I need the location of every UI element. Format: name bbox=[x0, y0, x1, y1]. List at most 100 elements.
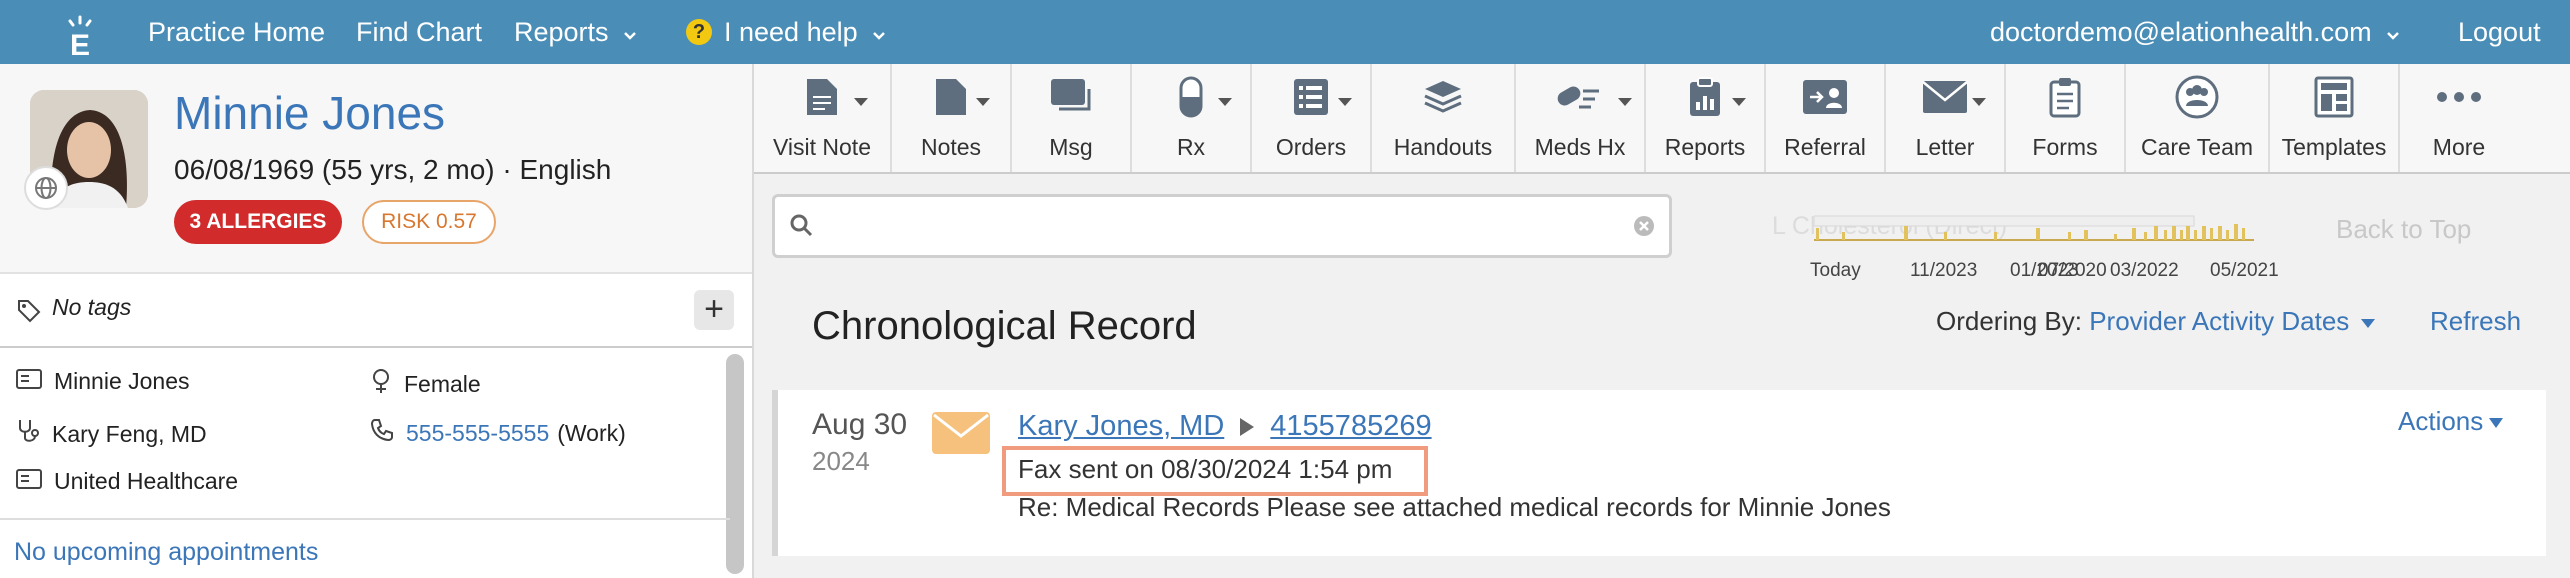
chart-search-input[interactable] bbox=[772, 194, 1672, 258]
patient-dob-language: 06/08/1969 (55 yrs, 2 mo) · English bbox=[174, 154, 612, 185]
stethoscope-icon bbox=[16, 418, 52, 450]
referral-icon bbox=[1802, 79, 1848, 120]
search-icon bbox=[789, 213, 813, 242]
fax-number-link[interactable]: 4155785269 bbox=[1270, 410, 1431, 443]
toolbar-more[interactable]: More bbox=[2400, 64, 2518, 172]
toolbar-templates[interactable]: Templates bbox=[2270, 64, 2400, 172]
envelope-icon bbox=[932, 412, 990, 454]
globe-icon[interactable] bbox=[24, 166, 68, 210]
toolbar-visit-note[interactable]: Visit Note bbox=[754, 64, 892, 172]
toolbar-handouts[interactable]: Handouts bbox=[1372, 64, 1516, 172]
upcoming-appointments-link[interactable]: No upcoming appointments bbox=[14, 538, 318, 567]
timeline-tick-label: 05/2021 bbox=[2210, 260, 2279, 281]
template-icon bbox=[2314, 76, 2354, 123]
chart-toolbar: Visit Note Notes Msg Rx Orders Handouts bbox=[754, 64, 2570, 174]
meds-icon bbox=[1555, 79, 1605, 120]
activity-timeline[interactable]: L Cholesterol (Direct) Today 11/2023 01/… bbox=[1744, 202, 2279, 302]
elation-logo[interactable]: E bbox=[48, 0, 112, 74]
chart-main: Visit Note Notes Msg Rx Orders Handouts bbox=[754, 64, 2570, 578]
timeline-tick-label: 11/2023 bbox=[1910, 260, 1978, 281]
more-icon bbox=[2436, 90, 2482, 108]
entry-subject: Re: Medical Records Please see attached … bbox=[1018, 492, 1891, 522]
patient-sidebar: Minnie Jones 06/08/1969 (55 yrs, 2 mo) ·… bbox=[0, 64, 754, 578]
fax-status: Fax sent on 08/30/2024 1:54 pm bbox=[1018, 454, 1393, 484]
tag-icon bbox=[16, 298, 42, 329]
nav-help-menu[interactable]: ? I need help bbox=[686, 0, 886, 64]
clear-search-icon[interactable] bbox=[1633, 215, 1655, 242]
tags-row: No tags + bbox=[0, 274, 752, 348]
toolbar-orders[interactable]: Orders bbox=[1252, 64, 1372, 172]
chevron-down-icon bbox=[872, 17, 886, 48]
chevron-down-icon bbox=[976, 98, 990, 106]
help-icon: ? bbox=[686, 19, 712, 45]
notes-icon bbox=[934, 77, 968, 122]
chevron-down-icon bbox=[1218, 98, 1232, 106]
demographics-sex: Female bbox=[370, 368, 481, 400]
user-account-menu[interactable]: doctordemo@elationhealth.com bbox=[1990, 0, 2400, 64]
id-card-icon bbox=[16, 368, 54, 395]
chevron-down-icon bbox=[1972, 98, 1986, 106]
page-title: Chronological Record bbox=[812, 304, 1197, 348]
sender-link[interactable]: Kary Jones, MD bbox=[1018, 410, 1224, 443]
timeline-tick-label: 03/2022 bbox=[2110, 260, 2179, 281]
chevron-down-icon bbox=[1618, 98, 1632, 106]
timeline-tick-label: Today bbox=[1810, 260, 1861, 281]
envelope-icon bbox=[1922, 80, 1968, 119]
toolbar-notes[interactable]: Notes bbox=[892, 64, 1012, 172]
patient-header: Minnie Jones 06/08/1969 (55 yrs, 2 mo) ·… bbox=[0, 64, 752, 274]
chevron-down-icon bbox=[1338, 98, 1352, 106]
svg-text:E: E bbox=[70, 29, 90, 59]
toolbar-rx[interactable]: Rx bbox=[1132, 64, 1252, 172]
female-icon bbox=[370, 368, 404, 400]
nav-find-chart[interactable]: Find Chart bbox=[356, 0, 482, 64]
demographics-provider: Kary Feng, MD bbox=[16, 418, 207, 450]
demographics-insurance: United Healthcare bbox=[16, 468, 238, 495]
logout-link[interactable]: Logout bbox=[2458, 0, 2541, 64]
insurance-card-icon bbox=[16, 468, 54, 495]
toolbar-letter[interactable]: Letter bbox=[1886, 64, 2006, 172]
refresh-link[interactable]: Refresh bbox=[2430, 306, 2521, 337]
toolbar-reports[interactable]: Reports bbox=[1646, 64, 1766, 172]
document-icon bbox=[805, 77, 839, 122]
patient-name[interactable]: Minnie Jones bbox=[174, 86, 445, 140]
phone-icon bbox=[370, 418, 406, 448]
caret-down-icon[interactable] bbox=[2360, 318, 2375, 328]
demographics-name: Minnie Jones bbox=[16, 368, 190, 395]
risk-badge[interactable]: RISK 0.57 bbox=[362, 200, 496, 244]
pill-icon bbox=[1179, 76, 1203, 123]
timeline-tick-label: 07/2020 bbox=[2038, 260, 2107, 281]
form-icon bbox=[2049, 76, 2081, 123]
toolbar-care-team[interactable]: Care Team bbox=[2126, 64, 2270, 172]
chevron-down-icon bbox=[1732, 98, 1746, 106]
actions-menu[interactable]: Actions bbox=[2398, 406, 2504, 437]
caret-down-icon bbox=[2489, 418, 2504, 429]
toolbar-referral[interactable]: Referral bbox=[1766, 64, 1886, 172]
arrow-right-icon bbox=[1240, 417, 1255, 436]
record-entry[interactable]: Aug 30 2024 Kary Jones, MD 4155785269 Fa… bbox=[772, 390, 2546, 556]
list-icon bbox=[1293, 78, 1329, 121]
message-icon bbox=[1049, 77, 1093, 122]
toolbar-forms[interactable]: Forms bbox=[2006, 64, 2126, 172]
ordering-dropdown[interactable]: Provider Activity Dates bbox=[2089, 306, 2349, 336]
phone-link[interactable]: 555-555-5555 bbox=[406, 420, 549, 447]
nav-practice-home[interactable]: Practice Home bbox=[148, 0, 325, 64]
entry-year: 2024 bbox=[812, 446, 870, 476]
entry-date: Aug 30 bbox=[812, 408, 908, 441]
toolbar-meds-hx[interactable]: Meds Hx bbox=[1516, 64, 1646, 172]
clipboard-icon bbox=[1688, 76, 1722, 123]
toolbar-msg[interactable]: Msg bbox=[1012, 64, 1132, 172]
add-tag-button[interactable]: + bbox=[694, 290, 734, 330]
layers-icon bbox=[1421, 77, 1465, 122]
sidebar-scrollbar[interactable] bbox=[726, 354, 744, 574]
back-to-top-link[interactable]: Back to Top bbox=[2336, 214, 2471, 245]
chevron-down-icon bbox=[854, 98, 868, 106]
divider bbox=[0, 518, 730, 520]
care-team-icon bbox=[2174, 74, 2220, 125]
chevron-down-icon bbox=[623, 17, 637, 48]
top-navigation-bar: E Practice Home Find Chart Reports ? I n… bbox=[0, 0, 2570, 74]
nav-reports-menu[interactable]: Reports bbox=[514, 0, 637, 64]
ordering-by: Ordering By: Provider Activity Dates bbox=[1936, 306, 2375, 337]
allergies-badge[interactable]: 3 ALLERGIES bbox=[174, 200, 342, 244]
chevron-down-icon bbox=[2386, 17, 2400, 48]
entry-header: Kary Jones, MD 4155785269 bbox=[1018, 410, 1432, 443]
